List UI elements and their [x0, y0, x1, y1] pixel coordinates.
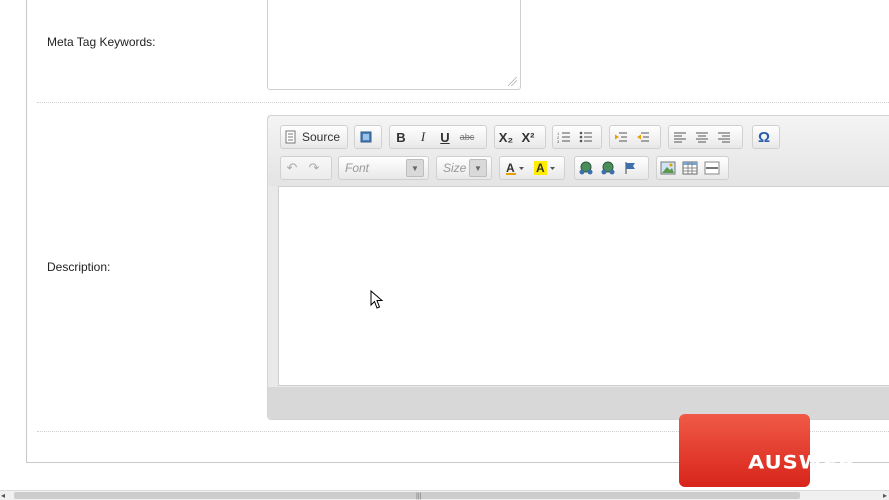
image-icon — [660, 161, 676, 175]
rich-text-editor: Source B I U abc X₂ X² 123 Ω ↶ ↷ Font ▼ … — [267, 115, 889, 420]
source-button[interactable]: Source — [281, 126, 344, 148]
background-color-icon: A — [534, 161, 555, 175]
horizontal-scrollbar[interactable]: ◂ ||| ▸ — [0, 490, 889, 500]
svg-text:3: 3 — [557, 139, 560, 143]
list-group: 123 — [552, 125, 602, 149]
special-char-button[interactable]: Ω — [753, 126, 775, 148]
outdent-button[interactable] — [610, 126, 632, 148]
unlink-icon — [601, 161, 615, 175]
link-icon — [579, 161, 593, 175]
numbered-list-icon: 123 — [557, 131, 570, 143]
align-center-button[interactable] — [691, 126, 713, 148]
editor-content[interactable] — [278, 186, 889, 386]
svg-text:A: A — [506, 161, 515, 175]
outdent-icon — [615, 132, 627, 142]
superscript-button[interactable]: X² — [517, 126, 539, 148]
italic-button[interactable]: I — [412, 126, 434, 148]
color-group: A A — [499, 156, 565, 180]
mouse-cursor-icon — [370, 290, 384, 309]
scroll-right-icon[interactable]: ▸ — [883, 491, 887, 500]
indent-group — [609, 125, 661, 149]
align-right-button[interactable] — [713, 126, 735, 148]
special-char-group: Ω — [752, 125, 780, 149]
size-select[interactable]: Size ▼ — [436, 156, 492, 180]
indent-icon — [637, 132, 649, 142]
bold-button[interactable]: B — [390, 126, 412, 148]
template-group — [354, 125, 382, 149]
align-left-button[interactable] — [669, 126, 691, 148]
horizontal-rule-icon — [704, 161, 720, 175]
insert-group — [656, 156, 729, 180]
align-right-icon — [718, 132, 730, 143]
link-group — [574, 156, 649, 180]
scroll-left-icon[interactable]: ◂ — [1, 491, 5, 500]
table-button[interactable] — [679, 157, 701, 179]
bulleted-list-button[interactable] — [575, 126, 597, 148]
source-label: Source — [302, 130, 341, 144]
scrollbar-grip: ||| — [416, 493, 422, 500]
strikethrough-button[interactable]: abc — [456, 126, 478, 148]
subscript-button[interactable]: X₂ — [495, 126, 517, 148]
undo-group: ↶ ↷ — [280, 156, 332, 180]
align-center-icon — [696, 132, 708, 143]
chevron-down-icon: ▼ — [406, 159, 424, 177]
template-icon — [360, 131, 372, 143]
horizontal-rule-button[interactable] — [701, 157, 723, 179]
image-button[interactable] — [657, 157, 679, 179]
unlink-button[interactable] — [597, 157, 619, 179]
ausweb-logo: AUSWEB — [679, 414, 854, 487]
size-placeholder: Size — [443, 161, 467, 175]
undo-icon: ↶ — [286, 160, 298, 175]
indent-button[interactable] — [632, 126, 654, 148]
anchor-button[interactable] — [619, 157, 641, 179]
meta-keywords-textarea[interactable] — [267, 0, 521, 90]
text-color-button[interactable]: A — [500, 157, 530, 179]
logo-text: AUSWEB — [748, 451, 856, 473]
font-placeholder: Font — [345, 161, 370, 175]
redo-button[interactable]: ↷ — [303, 157, 325, 179]
template-button[interactable] — [355, 126, 377, 148]
description-label: Description: — [47, 260, 111, 274]
bulleted-list-icon — [579, 131, 592, 143]
align-group — [668, 125, 743, 149]
scrollbar-thumb[interactable]: ||| — [14, 492, 800, 500]
resize-grip-icon[interactable] — [508, 77, 517, 86]
redo-icon: ↷ — [308, 160, 320, 175]
basic-styles-group: B I U abc — [389, 125, 487, 149]
link-button[interactable] — [575, 157, 597, 179]
undo-button[interactable]: ↶ — [281, 157, 303, 179]
underline-button[interactable]: U — [434, 126, 456, 148]
numbered-list-button[interactable]: 123 — [553, 126, 575, 148]
background-color-button[interactable]: A — [530, 157, 560, 179]
meta-keywords-label: Meta Tag Keywords: — [47, 35, 156, 49]
table-icon — [682, 161, 698, 175]
row-divider — [37, 102, 889, 103]
flag-icon — [625, 162, 635, 174]
source-group: Source — [280, 125, 348, 149]
font-select[interactable]: Font ▼ — [338, 156, 429, 180]
text-color-icon: A — [506, 161, 524, 175]
script-group: X₂ X² — [494, 125, 546, 149]
svg-text:A: A — [536, 161, 545, 175]
chevron-down-icon: ▼ — [469, 159, 487, 177]
source-icon — [285, 130, 296, 144]
align-left-icon — [674, 132, 686, 143]
